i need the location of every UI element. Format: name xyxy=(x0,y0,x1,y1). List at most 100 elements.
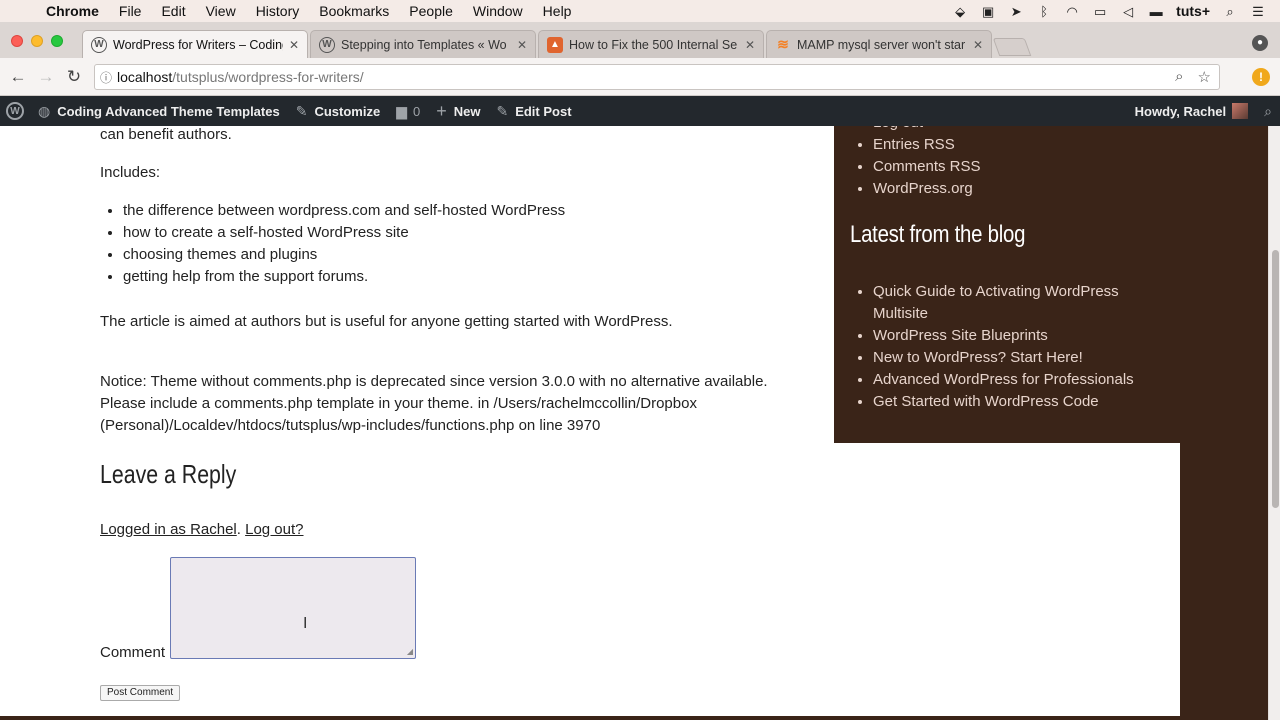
menu-history[interactable]: History xyxy=(246,0,310,22)
blog-link[interactable]: WordPress Site Blueprints xyxy=(873,325,1164,347)
list-item: getting help from the support forums. xyxy=(123,266,790,288)
back-arrow-icon[interactable]: ← xyxy=(4,67,32,87)
minimize-window-button[interactable] xyxy=(31,35,43,47)
blog-link[interactable]: New to WordPress? Start Here! xyxy=(873,347,1164,369)
wifi-icon[interactable]: ◠ xyxy=(1064,4,1080,19)
new-label: New xyxy=(453,103,481,119)
logout-link[interactable]: Log out? xyxy=(245,521,303,538)
page-scrollbar[interactable] xyxy=(1268,126,1280,720)
menu-view[interactable]: View xyxy=(196,0,246,22)
close-window-button[interactable] xyxy=(11,35,23,47)
reload-icon[interactable]: ↻ xyxy=(60,67,88,87)
list-item: choosing themes and plugins xyxy=(123,244,790,266)
latest-blog-heading: Latest from the blog xyxy=(850,221,1026,248)
admin-bar-new[interactable]: + New xyxy=(428,96,488,126)
wordpress-logo-icon: W xyxy=(6,102,24,120)
bluetooth-icon[interactable]: ᛒ xyxy=(1036,4,1052,19)
close-tab-icon[interactable]: ✕ xyxy=(745,38,755,52)
notice-line: (Personal)/Localdev/htdocs/tutsplus/wp-i… xyxy=(100,417,601,434)
zoom-window-button[interactable] xyxy=(51,35,63,47)
screen-record-icon[interactable]: ▣ xyxy=(980,4,996,19)
admin-bar-comments[interactable]: ▆ 0 xyxy=(388,96,428,126)
resize-handle-icon[interactable]: ◢ xyxy=(407,647,413,656)
battery-icon[interactable]: ▬ xyxy=(1148,4,1164,19)
profile-icon[interactable]: ● xyxy=(1252,35,1268,51)
info-icon[interactable]: ⓘ xyxy=(95,69,117,86)
menu-help[interactable]: Help xyxy=(533,0,582,22)
menu-app-name[interactable]: Chrome xyxy=(36,0,109,22)
menu-bookmarks[interactable]: Bookmarks xyxy=(309,0,399,22)
admin-bar-account[interactable]: Howdy, Rachel xyxy=(1127,96,1257,126)
menu-file[interactable]: File xyxy=(109,0,152,22)
zoom-icon[interactable]: ⌕ xyxy=(1175,68,1183,86)
notification-center-icon[interactable]: ☰ xyxy=(1250,4,1266,19)
list-item: how to create a self-hosted WordPress si… xyxy=(123,222,790,244)
logged-in-line: Logged in as Rachel. Log out? xyxy=(100,519,304,541)
close-tab-icon[interactable]: ✕ xyxy=(289,38,299,52)
blog-link[interactable]: Get Started with WordPress Code xyxy=(873,391,1164,413)
url-host: localhost xyxy=(117,69,173,85)
new-tab-button[interactable] xyxy=(992,38,1032,56)
stackoverflow-icon: ≋ xyxy=(777,36,789,52)
dropbox-icon[interactable]: ⬙ xyxy=(952,4,968,19)
meta-wordpress-org-link[interactable]: WordPress.org xyxy=(873,178,1180,200)
comment-bubble-icon: ▆ xyxy=(396,102,407,119)
tab-stepping-into-templates[interactable]: W Stepping into Templates « Wo ✕ xyxy=(310,30,536,58)
airplay-icon[interactable]: ▭ xyxy=(1092,4,1108,19)
page-viewport: can benefit authors. Includes: the diffe… xyxy=(0,126,1280,720)
tab-title: How to Fix the 500 Internal Se xyxy=(569,37,738,52)
page-content: can benefit authors. Includes: the diffe… xyxy=(0,126,1180,716)
separator: . xyxy=(236,521,241,538)
forward-arrow-icon[interactable]: → xyxy=(32,67,60,87)
list-item: the difference between wordpress.com and… xyxy=(123,200,790,222)
admin-bar-customize[interactable]: ✎ Customize xyxy=(288,96,388,126)
wp-logo-menu[interactable]: W xyxy=(0,96,30,126)
tab-fix-500-error[interactable]: ▲ How to Fix the 500 Internal Se ✕ xyxy=(538,30,764,58)
includes-list: the difference between wordpress.com and… xyxy=(100,200,790,288)
menu-edit[interactable]: Edit xyxy=(151,0,195,22)
bookmark-star-icon[interactable]: ☆ xyxy=(1198,68,1211,86)
wp-admin-bar: W ◍ Coding Advanced Theme Templates ✎ Cu… xyxy=(0,96,1280,126)
menu-window[interactable]: Window xyxy=(463,0,533,22)
tab-mamp-mysql[interactable]: ≋ MAMP mysql server won't star ✕ xyxy=(766,30,992,58)
admin-bar-site-name[interactable]: ◍ Coding Advanced Theme Templates xyxy=(30,96,288,126)
site-name-label: Coding Advanced Theme Templates xyxy=(57,103,280,119)
spotlight-search-icon[interactable]: ⌕ xyxy=(1222,4,1238,19)
extension-alert-icon[interactable]: ! xyxy=(1252,68,1270,86)
brush-icon: ✎ xyxy=(295,102,308,119)
wordpress-icon: W xyxy=(91,36,107,53)
address-bar[interactable]: ⓘ localhost/tutsplus/wordpress-for-write… xyxy=(94,64,1220,90)
tab-title: Stepping into Templates « Wo xyxy=(341,37,507,52)
meta-comments-rss-link[interactable]: Comments RSS xyxy=(873,156,1180,178)
php-notice: Notice: Theme without comments.php is de… xyxy=(100,371,768,437)
orange-site-icon: ▲ xyxy=(547,36,563,53)
location-icon[interactable]: ➤ xyxy=(1008,4,1024,19)
wordpress-icon: W xyxy=(319,36,335,53)
user-name[interactable]: tuts+ xyxy=(1176,3,1210,19)
volume-icon[interactable]: ◁ xyxy=(1120,4,1136,19)
comment-textarea[interactable]: ◢ xyxy=(170,557,416,659)
browser-tab-strip: W WordPress for Writers – Coding ✕ W Ste… xyxy=(0,22,1280,58)
comments-count: 0 xyxy=(412,103,421,119)
plus-icon: + xyxy=(436,100,447,121)
admin-bar-edit-post[interactable]: ✎ Edit Post xyxy=(488,96,579,126)
close-tab-icon[interactable]: ✕ xyxy=(517,38,527,52)
admin-bar-search[interactable]: ⌕ xyxy=(1256,96,1280,126)
logged-in-link[interactable]: Logged in as Rachel xyxy=(100,521,237,538)
article-lead-tail: can benefit authors. xyxy=(100,126,232,143)
text-cursor-icon: I xyxy=(303,615,308,632)
tab-wordpress-for-writers[interactable]: W WordPress for Writers – Coding ✕ xyxy=(82,30,308,58)
browser-toolbar: ← → ↻ ⓘ localhost/tutsplus/wordpress-for… xyxy=(0,58,1280,96)
scrollbar-thumb[interactable] xyxy=(1272,250,1279,508)
macos-menu-bar: Chrome File Edit View History Bookmarks … xyxy=(0,0,1280,22)
blog-link[interactable]: Quick Guide to Activating WordPress Mult… xyxy=(873,281,1164,325)
close-tab-icon[interactable]: ✕ xyxy=(973,38,983,52)
blog-link[interactable]: Advanced WordPress for Professionals xyxy=(873,369,1164,391)
tab-title: WordPress for Writers – Coding xyxy=(113,37,283,52)
meta-entries-rss-link[interactable]: Entries RSS xyxy=(873,134,1180,156)
menu-people[interactable]: People xyxy=(399,0,463,22)
avatar xyxy=(1232,103,1249,119)
latest-blog-list: Quick Guide to Activating WordPress Mult… xyxy=(834,281,1164,413)
meta-logout-link[interactable]: Log out xyxy=(873,126,1180,134)
post-comment-button[interactable]: Post Comment xyxy=(100,685,181,701)
